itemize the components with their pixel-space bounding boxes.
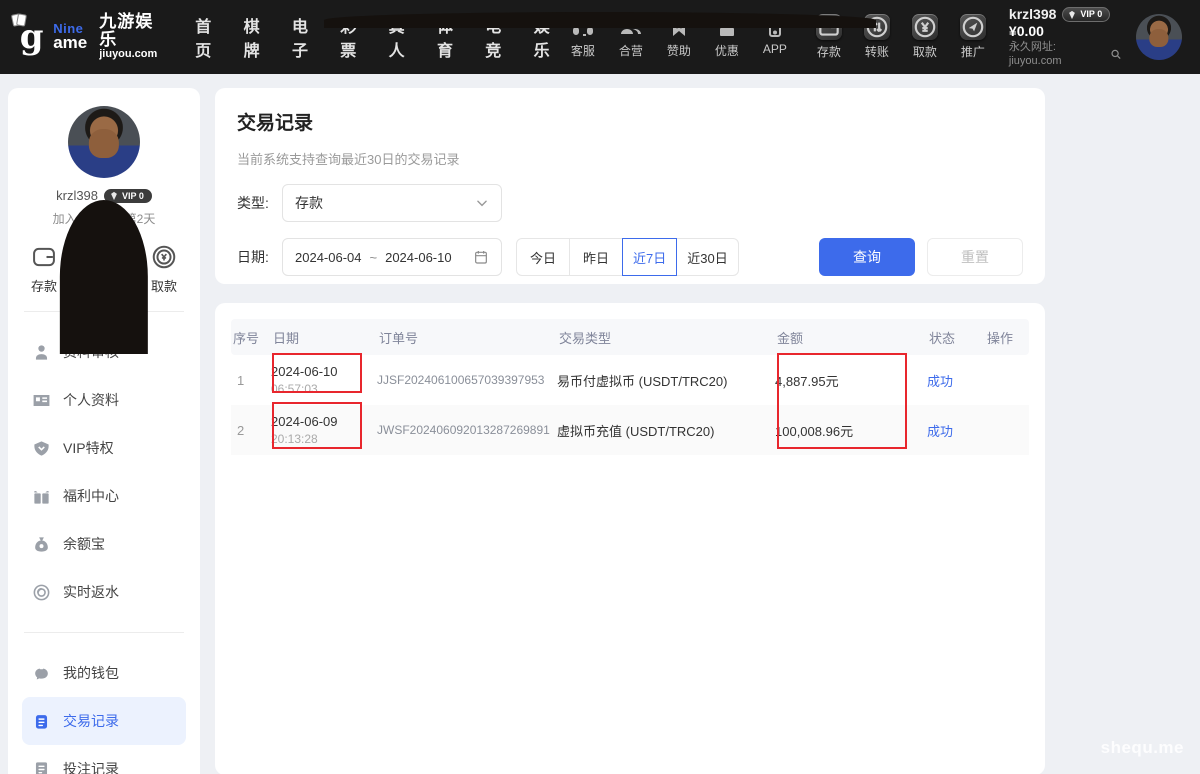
type-filter-label: 类型: [237, 193, 282, 213]
sidebar-item-vip[interactable]: VIP特权 [22, 424, 186, 472]
promote-button[interactable]: 推广 [953, 14, 993, 60]
playing-cards-icon [12, 14, 22, 26]
divider [24, 632, 184, 633]
chevron-down-icon [475, 196, 489, 210]
avatar[interactable] [68, 106, 140, 178]
magnifier-icon [1110, 48, 1122, 61]
rebate-icon [32, 583, 51, 602]
sidebar-item-profile[interactable]: 个人资料 [22, 376, 186, 424]
col-order: 订单号 [377, 328, 557, 347]
withdraw-button[interactable]: 取款 [150, 243, 178, 295]
table-row: 2 2024-06-09 20:13:28 JWSF20240609201328… [231, 405, 1029, 455]
col-type: 交易类型 [557, 328, 775, 347]
vip-shield-icon [32, 439, 51, 458]
bet-records-icon [32, 760, 51, 774]
filter-card: 交易记录 当前系统支持查询最近30日的交易记录 类型: 存款 日期: 2024-… [215, 88, 1045, 284]
avatar[interactable] [1136, 14, 1182, 60]
withdraw-icon [150, 243, 178, 271]
sidebar-menu-account: 资料审核 个人资料 VIP特权 福利中心 余额宝 [22, 328, 186, 616]
main-content: 交易记录 当前系统支持查询最近30日的交易记录 类型: 存款 日期: 2024-… [215, 88, 1045, 774]
vip-diamond-icon [109, 191, 119, 201]
type-select[interactable]: 存款 [282, 184, 502, 222]
vip-badge: VIP 0 [1062, 7, 1110, 22]
sidebar-item-bet-records[interactable]: 投注记录 [22, 745, 186, 774]
date-range-input[interactable]: 2024-06-04 ~ 2024-06-10 [282, 238, 502, 276]
table-header: 序号 日期 订单号 交易类型 金额 状态 操作 [231, 319, 1029, 355]
table-row: 1 2024-06-10 06:57:03 JJSF20240610065703… [231, 355, 1029, 405]
order-number: JWSF202406092013287269891 [377, 423, 557, 437]
logo-g-mark: g [16, 16, 47, 58]
topbar: g Nine ame 九游娱乐 jiuyou.com 首页 棋牌 电子 彩票 真… [0, 0, 1200, 74]
range-today-button[interactable]: 今日 [516, 238, 570, 276]
sidebar-item-wallet[interactable]: 我的钱包 [22, 649, 186, 697]
status-link[interactable]: 成功 [927, 421, 985, 440]
transaction-type: 易币付虚拟币 (USDT/TRC20) [557, 371, 775, 390]
permanent-url: 永久网址: jiuyou.com [1009, 41, 1122, 69]
logo-wordmark: Nine ame [53, 22, 87, 51]
deposit-icon [30, 243, 58, 271]
promote-icon [960, 14, 986, 40]
transactions-icon [32, 712, 51, 731]
amount: 100,008.96元 [775, 421, 927, 440]
topbar-user-info[interactable]: krzl398 VIP 0 ¥0.00 永久网址: jiuyou.com [1009, 6, 1122, 69]
audit-icon [32, 343, 51, 362]
col-amount: 金额 [775, 328, 927, 347]
date-cell: 2024-06-10 06:57:03 [271, 363, 377, 397]
sidebar: krzl398 VIP 0 加入九游娱乐第2天 存款 转账 取款 [8, 88, 200, 774]
username: krzl398 [1009, 6, 1056, 24]
col-status: 状态 [927, 328, 985, 347]
col-no: 序号 [231, 328, 271, 347]
date-cell: 2024-06-09 20:13:28 [271, 413, 377, 447]
watermark: shequ.me [1101, 738, 1184, 758]
quick-range-group: 今日 昨日 近7日 近30日 [516, 238, 739, 276]
piggy-wallet-icon [32, 664, 51, 683]
col-action: 操作 [985, 328, 1029, 347]
sidebar-item-welfare[interactable]: 福利中心 [22, 472, 186, 520]
amount: 4,887.95元 [775, 371, 927, 390]
balance: ¥0.00 [1009, 23, 1122, 41]
profile-card-icon [32, 391, 51, 410]
range-7days-button[interactable]: 近7日 [622, 238, 677, 276]
search-button[interactable]: 查询 [819, 238, 915, 276]
transactions-table: 序号 日期 订单号 交易类型 金额 状态 操作 1 2024-06-10 06:… [215, 303, 1045, 774]
withdraw-icon [912, 14, 938, 40]
date-filter-label: 日期: [237, 247, 282, 267]
page-title: 交易记录 [237, 108, 1023, 135]
logo-cn-block: 九游娱乐 jiuyou.com [99, 13, 165, 60]
order-number: JJSF202406100657039397953 [377, 373, 557, 387]
col-date: 日期 [271, 328, 377, 347]
vip-diamond-icon [1067, 10, 1077, 20]
site-logo[interactable]: g Nine ame 九游娱乐 jiuyou.com [16, 13, 165, 60]
money-bag-icon [32, 535, 51, 554]
withdraw-button[interactable]: 取款 [905, 14, 945, 60]
sidebar-item-yuebao[interactable]: 余额宝 [22, 520, 186, 568]
sidebar-menu-records: 我的钱包 交易记录 投注记录 [22, 649, 186, 774]
sidebar-item-rebate[interactable]: 实时返水 [22, 568, 186, 616]
page-subtitle: 当前系统支持查询最近30日的交易记录 [237, 149, 1023, 168]
reset-button[interactable]: 重置 [927, 238, 1023, 276]
transaction-type: 虚拟币充值 (USDT/TRC20) [557, 421, 775, 440]
deposit-button[interactable]: 存款 [30, 243, 58, 295]
status-link[interactable]: 成功 [927, 371, 985, 390]
range-yesterday-button[interactable]: 昨日 [569, 238, 623, 276]
username: krzl398 [56, 188, 98, 203]
nav-slots[interactable]: 电子 [292, 13, 321, 61]
sidebar-item-transactions[interactable]: 交易记录 [22, 697, 186, 745]
range-30days-button[interactable]: 近30日 [676, 238, 738, 276]
calendar-icon [473, 249, 489, 265]
nav-home[interactable]: 首页 [195, 13, 224, 61]
nav-board-games[interactable]: 棋牌 [244, 13, 273, 61]
welfare-gift-icon [32, 487, 51, 506]
